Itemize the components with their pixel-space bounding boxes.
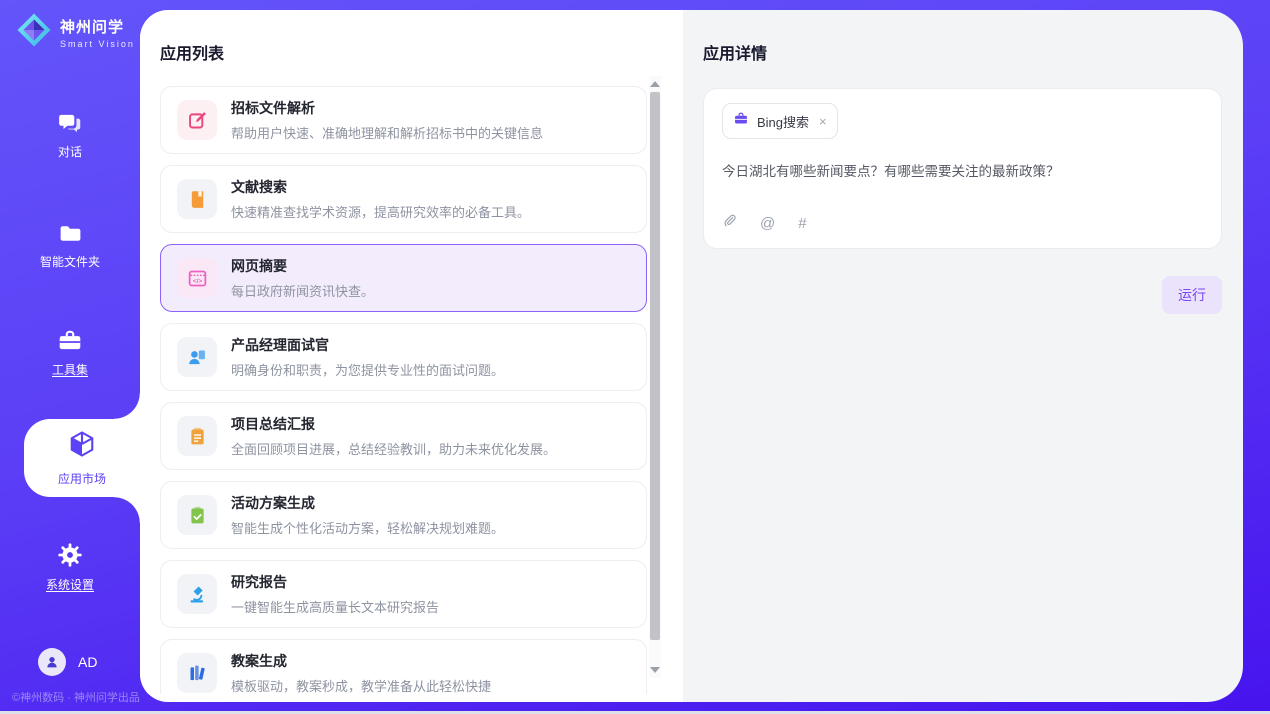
app-desc: 全面回顾项目进展，总结经验教训，助力未来优化发展。 xyxy=(231,439,556,458)
gear-icon xyxy=(56,541,84,569)
app-title: 文献搜索 xyxy=(231,177,530,197)
app-card-web-summary[interactable]: </> 网页摘要 每日政府新闻资讯快查。 xyxy=(160,244,647,312)
app-title: 招标文件解析 xyxy=(231,98,543,118)
toolbox-icon xyxy=(56,328,84,354)
app-desc: 模板驱动，教案秒成，教学准备从此轻松快捷 xyxy=(231,676,491,694)
tag-label: Bing搜索 xyxy=(757,112,809,131)
sidebar-item-toolset[interactable]: 工具集 xyxy=(0,328,140,378)
diamond-logo-icon xyxy=(16,12,52,53)
cube-icon xyxy=(67,429,97,464)
query-text[interactable]: 今日湖北有哪些新闻要点？有哪些需要关注的最新政策？ xyxy=(722,160,1203,180)
sidebar-item-label: 应用市场 xyxy=(58,470,106,487)
tag-close-icon[interactable]: × xyxy=(819,114,827,129)
app-desc: 一键智能生成高质量长文本研究报告 xyxy=(231,597,439,616)
sidebar-item-label: 系统设置 xyxy=(46,576,94,593)
sidebar-item-label: 对话 xyxy=(58,143,82,160)
app-desc: 帮助用户快速、准确地理解和解析招标书中的关键信息 xyxy=(231,123,543,142)
copyright-footer: ©神州数码 · 神州问学出品 xyxy=(12,689,140,705)
sidebar: 神州问学 Smart Vision 对话 智能文件夹 工具 xyxy=(0,0,140,711)
app-title: 项目总结汇报 xyxy=(231,414,556,434)
app-card-literature-search[interactable]: 文献搜索 快速精准查找学术资源，提高研究效率的必备工具。 xyxy=(160,165,647,233)
app-title: 产品经理面试官 xyxy=(231,335,504,355)
user-account[interactable]: AD xyxy=(38,648,97,676)
app-title: 网页摘要 xyxy=(231,256,374,276)
app-list-scrollbar[interactable] xyxy=(649,76,661,678)
sidebar-item-label: 智能文件夹 xyxy=(40,253,100,270)
app-detail-panel: 应用详情 Bing搜索 × 今日湖北有哪些新闻要点？有哪些需要关注的最新政策？ xyxy=(683,10,1243,702)
sidebar-item-app-market[interactable]: 应用市场 xyxy=(24,419,140,497)
prompt-input-card[interactable]: Bing搜索 × 今日湖北有哪些新闻要点？有哪些需要关注的最新政策？ @ # xyxy=(703,88,1222,249)
scroll-up-arrow-icon[interactable] xyxy=(650,81,660,87)
sidebar-item-label: 工具集 xyxy=(52,361,88,378)
scroll-down-arrow-icon[interactable] xyxy=(650,667,660,673)
app-title: 研究报告 xyxy=(231,572,439,592)
input-toolbar: @ # xyxy=(722,212,1203,236)
app-list-title: 应用列表 xyxy=(160,40,683,64)
book-icon xyxy=(177,179,217,219)
sidebar-item-chat[interactable]: 对话 xyxy=(0,110,140,160)
run-button[interactable]: 运行 xyxy=(1162,276,1222,314)
app-list-panel: 应用列表 招标文件解析 帮助用户快速、准确地理解和解析招标书中的关键信息 xyxy=(140,10,683,702)
app-card-pm-interviewer[interactable]: 产品经理面试官 明确身份和职责，为您提供专业性的面试问题。 xyxy=(160,323,647,391)
bing-search-tag[interactable]: Bing搜索 × xyxy=(722,103,838,139)
user-initials: AD xyxy=(78,654,97,670)
avatar xyxy=(38,648,66,676)
app-title: 活动方案生成 xyxy=(231,493,504,513)
app-desc: 明确身份和职责，为您提供专业性的面试问题。 xyxy=(231,360,504,379)
app-desc: 每日政府新闻资讯快查。 xyxy=(231,281,374,300)
clipboard-check-icon xyxy=(177,495,217,535)
paperclip-icon[interactable] xyxy=(722,212,737,234)
app-card-research-report[interactable]: 研究报告 一键智能生成高质量长文本研究报告 xyxy=(160,560,647,628)
app-detail-title: 应用详情 xyxy=(703,40,1222,64)
main-container: 应用列表 招标文件解析 帮助用户快速、准确地理解和解析招标书中的关键信息 xyxy=(140,10,1243,702)
scrollbar-thumb[interactable] xyxy=(650,92,660,640)
app-title: 教案生成 xyxy=(231,651,491,671)
brand-name: 神州问学 xyxy=(60,16,135,37)
sidebar-item-settings[interactable]: 系统设置 xyxy=(0,541,140,593)
microscope-icon xyxy=(177,574,217,614)
books-icon xyxy=(177,653,217,693)
at-mention-icon[interactable]: @ xyxy=(760,215,775,232)
app-card-lesson-plan[interactable]: 教案生成 模板驱动，教案秒成，教学准备从此轻松快捷 xyxy=(160,639,647,694)
app-card-bid-parse[interactable]: 招标文件解析 帮助用户快速、准确地理解和解析招标书中的关键信息 xyxy=(160,86,647,154)
app-desc: 快速精准查找学术资源，提高研究效率的必备工具。 xyxy=(231,202,530,221)
chat-icon xyxy=(57,110,84,136)
edit-document-icon xyxy=(177,100,217,140)
folder-icon xyxy=(57,221,84,246)
app-card-event-plan[interactable]: 活动方案生成 智能生成个性化活动方案，轻松解决规划难题。 xyxy=(160,481,647,549)
briefcase-icon xyxy=(733,111,749,131)
app-desc: 智能生成个性化活动方案，轻松解决规划难题。 xyxy=(231,518,504,537)
brand-logo: 神州问学 Smart Vision xyxy=(16,12,135,53)
app-card-project-summary[interactable]: 项目总结汇报 全面回顾项目进展，总结经验教训，助力未来优化发展。 xyxy=(160,402,647,470)
hash-icon[interactable]: # xyxy=(798,215,806,232)
app-list: 招标文件解析 帮助用户快速、准确地理解和解析招标书中的关键信息 文献搜索 快速精… xyxy=(160,86,647,694)
interviewer-icon xyxy=(177,337,217,377)
svg-text:</>: </> xyxy=(192,277,202,284)
sidebar-item-smart-folder[interactable]: 智能文件夹 xyxy=(0,221,140,270)
notepad-icon xyxy=(177,416,217,456)
brand-subtitle: Smart Vision xyxy=(60,39,135,49)
browser-code-icon: </> xyxy=(177,258,217,298)
